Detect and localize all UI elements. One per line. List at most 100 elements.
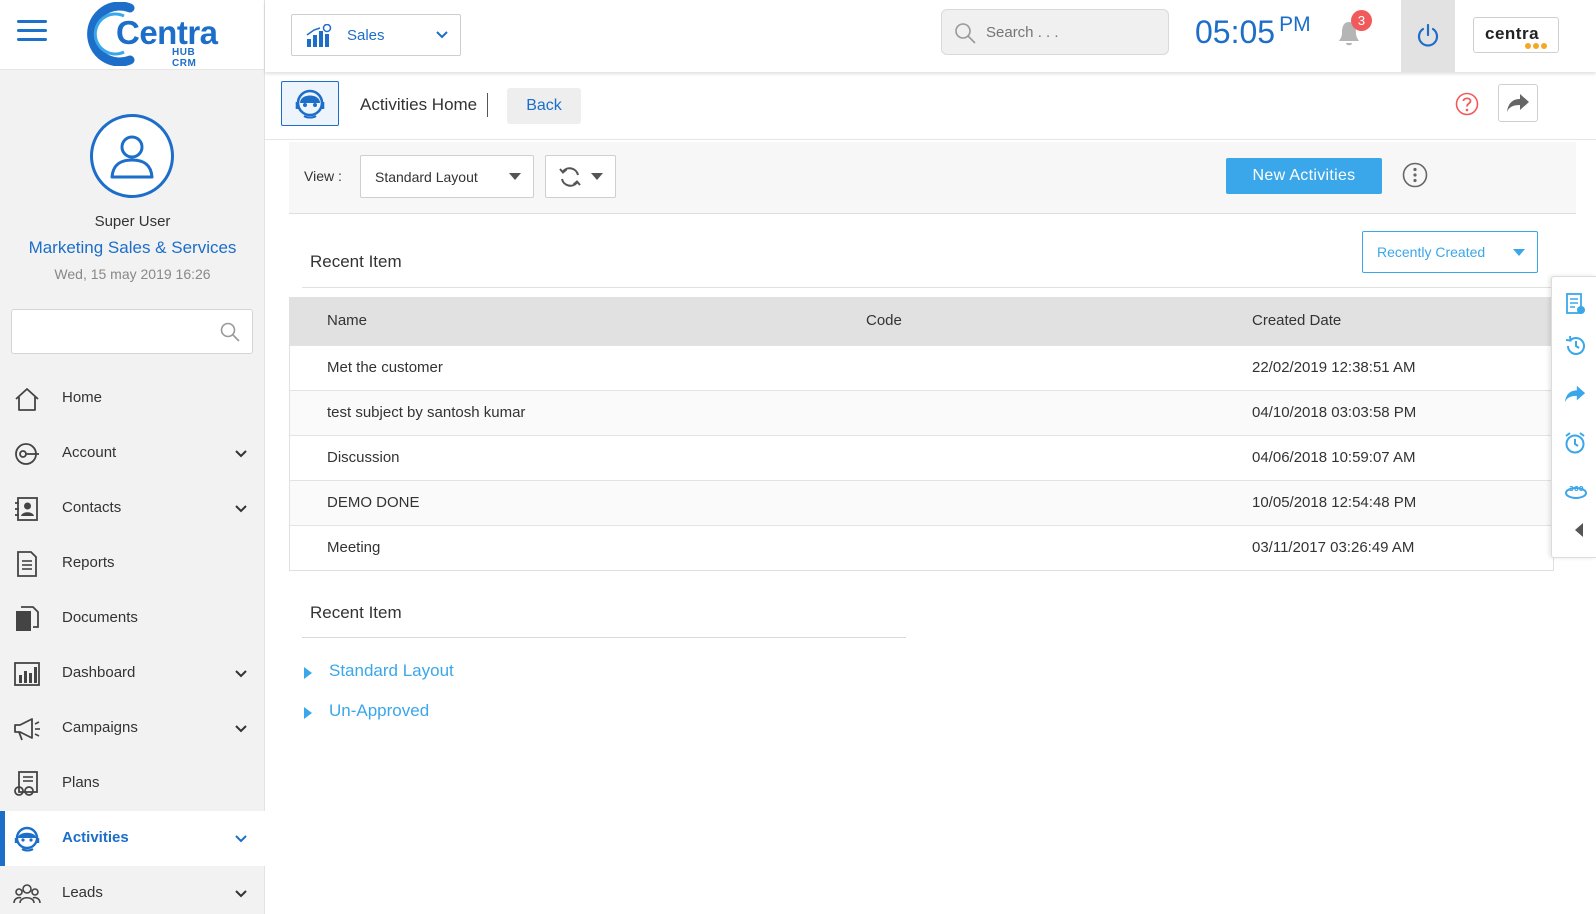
column-header-created-date[interactable]: Created Date (1252, 312, 1341, 329)
sidebar-item-account[interactable]: Account (0, 426, 265, 481)
help-icon[interactable] (1455, 92, 1479, 116)
user-icon (110, 135, 154, 179)
table-row[interactable]: Meeting 03/11/2017 03:26:49 AM (290, 525, 1553, 570)
column-header-name[interactable]: Name (327, 312, 367, 329)
more-options-icon[interactable] (1402, 162, 1428, 188)
clock: 05:05 PM (1195, 13, 1311, 51)
layout-select[interactable]: Standard Layout (360, 155, 534, 198)
back-button[interactable]: Back (507, 88, 581, 124)
user-profile: Super User Marketing Sales & Services We… (0, 70, 264, 302)
search-icon[interactable] (220, 322, 240, 342)
notification-badge[interactable]: 3 (1351, 10, 1372, 31)
sidebar-nav: Home Account Contacts Reports Documents … (0, 371, 265, 914)
sidebar-search-input[interactable] (12, 310, 202, 353)
tree-item-label: Un-Approved (329, 701, 430, 720)
user-datetime: Wed, 15 may 2019 16:26 (54, 266, 211, 282)
right-quick-toolbar: 360 (1551, 276, 1596, 558)
divider (302, 637, 906, 638)
sidebar-item-label: Contacts (62, 499, 122, 516)
history-icon[interactable] (1564, 335, 1586, 357)
chevron-down-icon (436, 31, 448, 39)
recent-items-table: Name Code Created Date Met the customer … (289, 297, 1554, 571)
module-select-value: Sales (347, 27, 385, 44)
share-icon (1507, 94, 1529, 112)
activities-icon (14, 826, 40, 852)
table-row[interactable]: DEMO DONE 10/05/2018 12:54:48 PM (290, 480, 1553, 525)
sidebar-item-label: Plans (62, 774, 100, 791)
view-label: View : (304, 168, 342, 184)
sidebar-item-reports[interactable]: Reports (0, 536, 265, 591)
view-360-icon[interactable]: 360 (1564, 483, 1588, 501)
sidebar-item-documents[interactable]: Documents (0, 591, 265, 646)
sidebar-item-leads[interactable]: Leads (0, 866, 265, 914)
megaphone-icon (14, 718, 40, 741)
collapse-left-icon[interactable] (1574, 523, 1584, 537)
global-search-input[interactable] (986, 18, 1161, 46)
chevron-down-icon[interactable] (235, 450, 247, 458)
table-header: Name Code Created Date (290, 297, 1553, 345)
avatar[interactable] (90, 114, 174, 198)
search-icon[interactable] (954, 22, 976, 44)
table-row[interactable]: Met the customer 22/02/2019 12:38:51 AM (290, 345, 1553, 390)
home-icon (15, 388, 39, 411)
chevron-down-icon[interactable] (235, 670, 247, 678)
sidebar-header: Centra HUB CRM (0, 0, 264, 70)
leads-icon (13, 884, 41, 904)
cell-name: DEMO DONE (327, 494, 420, 511)
user-name: Super User (94, 213, 171, 230)
dashboard-icon (14, 662, 40, 686)
hamburger-menu-icon[interactable] (17, 20, 47, 44)
recent-filter-value: Recently Created (1377, 244, 1486, 260)
chevron-down-icon[interactable] (235, 835, 247, 843)
sidebar-item-label: Reports (62, 554, 115, 571)
cell-created-date: 04/06/2018 10:59:07 AM (1252, 449, 1416, 466)
column-header-code[interactable]: Code (866, 312, 902, 329)
contacts-icon (15, 497, 38, 521)
sidebar-item-label: Leads (62, 884, 103, 901)
chevron-down-icon[interactable] (235, 890, 247, 898)
sidebar-item-campaigns[interactable]: Campaigns (0, 701, 265, 756)
sidebar-item-contacts[interactable]: Contacts (0, 481, 265, 536)
brand-logo[interactable]: centra (1473, 17, 1559, 53)
chevron-down-icon[interactable] (235, 505, 247, 513)
chevron-down-icon[interactable] (235, 725, 247, 733)
clock-time: 05:05 (1195, 14, 1276, 50)
plans-icon (14, 771, 38, 796)
sidebar-item-label: Account (62, 444, 117, 461)
logout-button[interactable] (1401, 0, 1455, 72)
app-logo[interactable]: Centra HUB CRM (86, 2, 218, 69)
caret-right-icon (304, 667, 312, 679)
recent-filter-select[interactable]: Recently Created (1362, 231, 1538, 273)
recent-layouts-heading: Recent Item (310, 603, 402, 622)
user-department[interactable]: Marketing Sales & Services (0, 238, 265, 258)
sidebar-item-home[interactable]: Home (0, 371, 265, 426)
top-bar: Sales 05:05PM 3 centra (265, 0, 1596, 72)
refresh-button[interactable] (545, 155, 616, 198)
new-activities-button[interactable]: New Activities (1226, 158, 1382, 194)
sidebar-search (11, 309, 253, 354)
title-divider (487, 93, 488, 117)
logo-subtext: HUB CRM (172, 47, 197, 69)
cell-name: Met the customer (327, 359, 443, 376)
sidebar-item-plans[interactable]: Plans (0, 756, 265, 811)
module-select[interactable]: Sales (291, 14, 461, 56)
power-icon (1417, 23, 1439, 47)
share-button[interactable] (1498, 84, 1538, 122)
notes-icon[interactable] (1564, 291, 1586, 315)
table-row[interactable]: Discussion 04/06/2018 10:59:07 AM (290, 435, 1553, 480)
activities-module-button[interactable] (281, 81, 339, 126)
activities-icon (295, 89, 325, 119)
recent-items-heading: Recent Item (310, 252, 402, 271)
alarm-icon[interactable] (1564, 431, 1586, 455)
cell-created-date: 10/05/2018 12:54:48 PM (1252, 494, 1417, 511)
clock-ampm: PM (1279, 13, 1311, 36)
sidebar-item-label: Documents (62, 609, 138, 626)
tree-item-label: Standard Layout (329, 661, 454, 680)
sidebar-item-activities[interactable]: Activities (0, 811, 265, 866)
cell-created-date: 22/02/2019 12:38:51 AM (1252, 359, 1416, 376)
table-row[interactable]: test subject by santosh kumar 04/10/2018… (290, 390, 1553, 435)
cell-name: Meeting (327, 539, 381, 556)
forward-icon[interactable] (1564, 384, 1586, 404)
sidebar-item-label: Activities (62, 829, 129, 846)
sidebar-item-dashboard[interactable]: Dashboard (0, 646, 265, 701)
